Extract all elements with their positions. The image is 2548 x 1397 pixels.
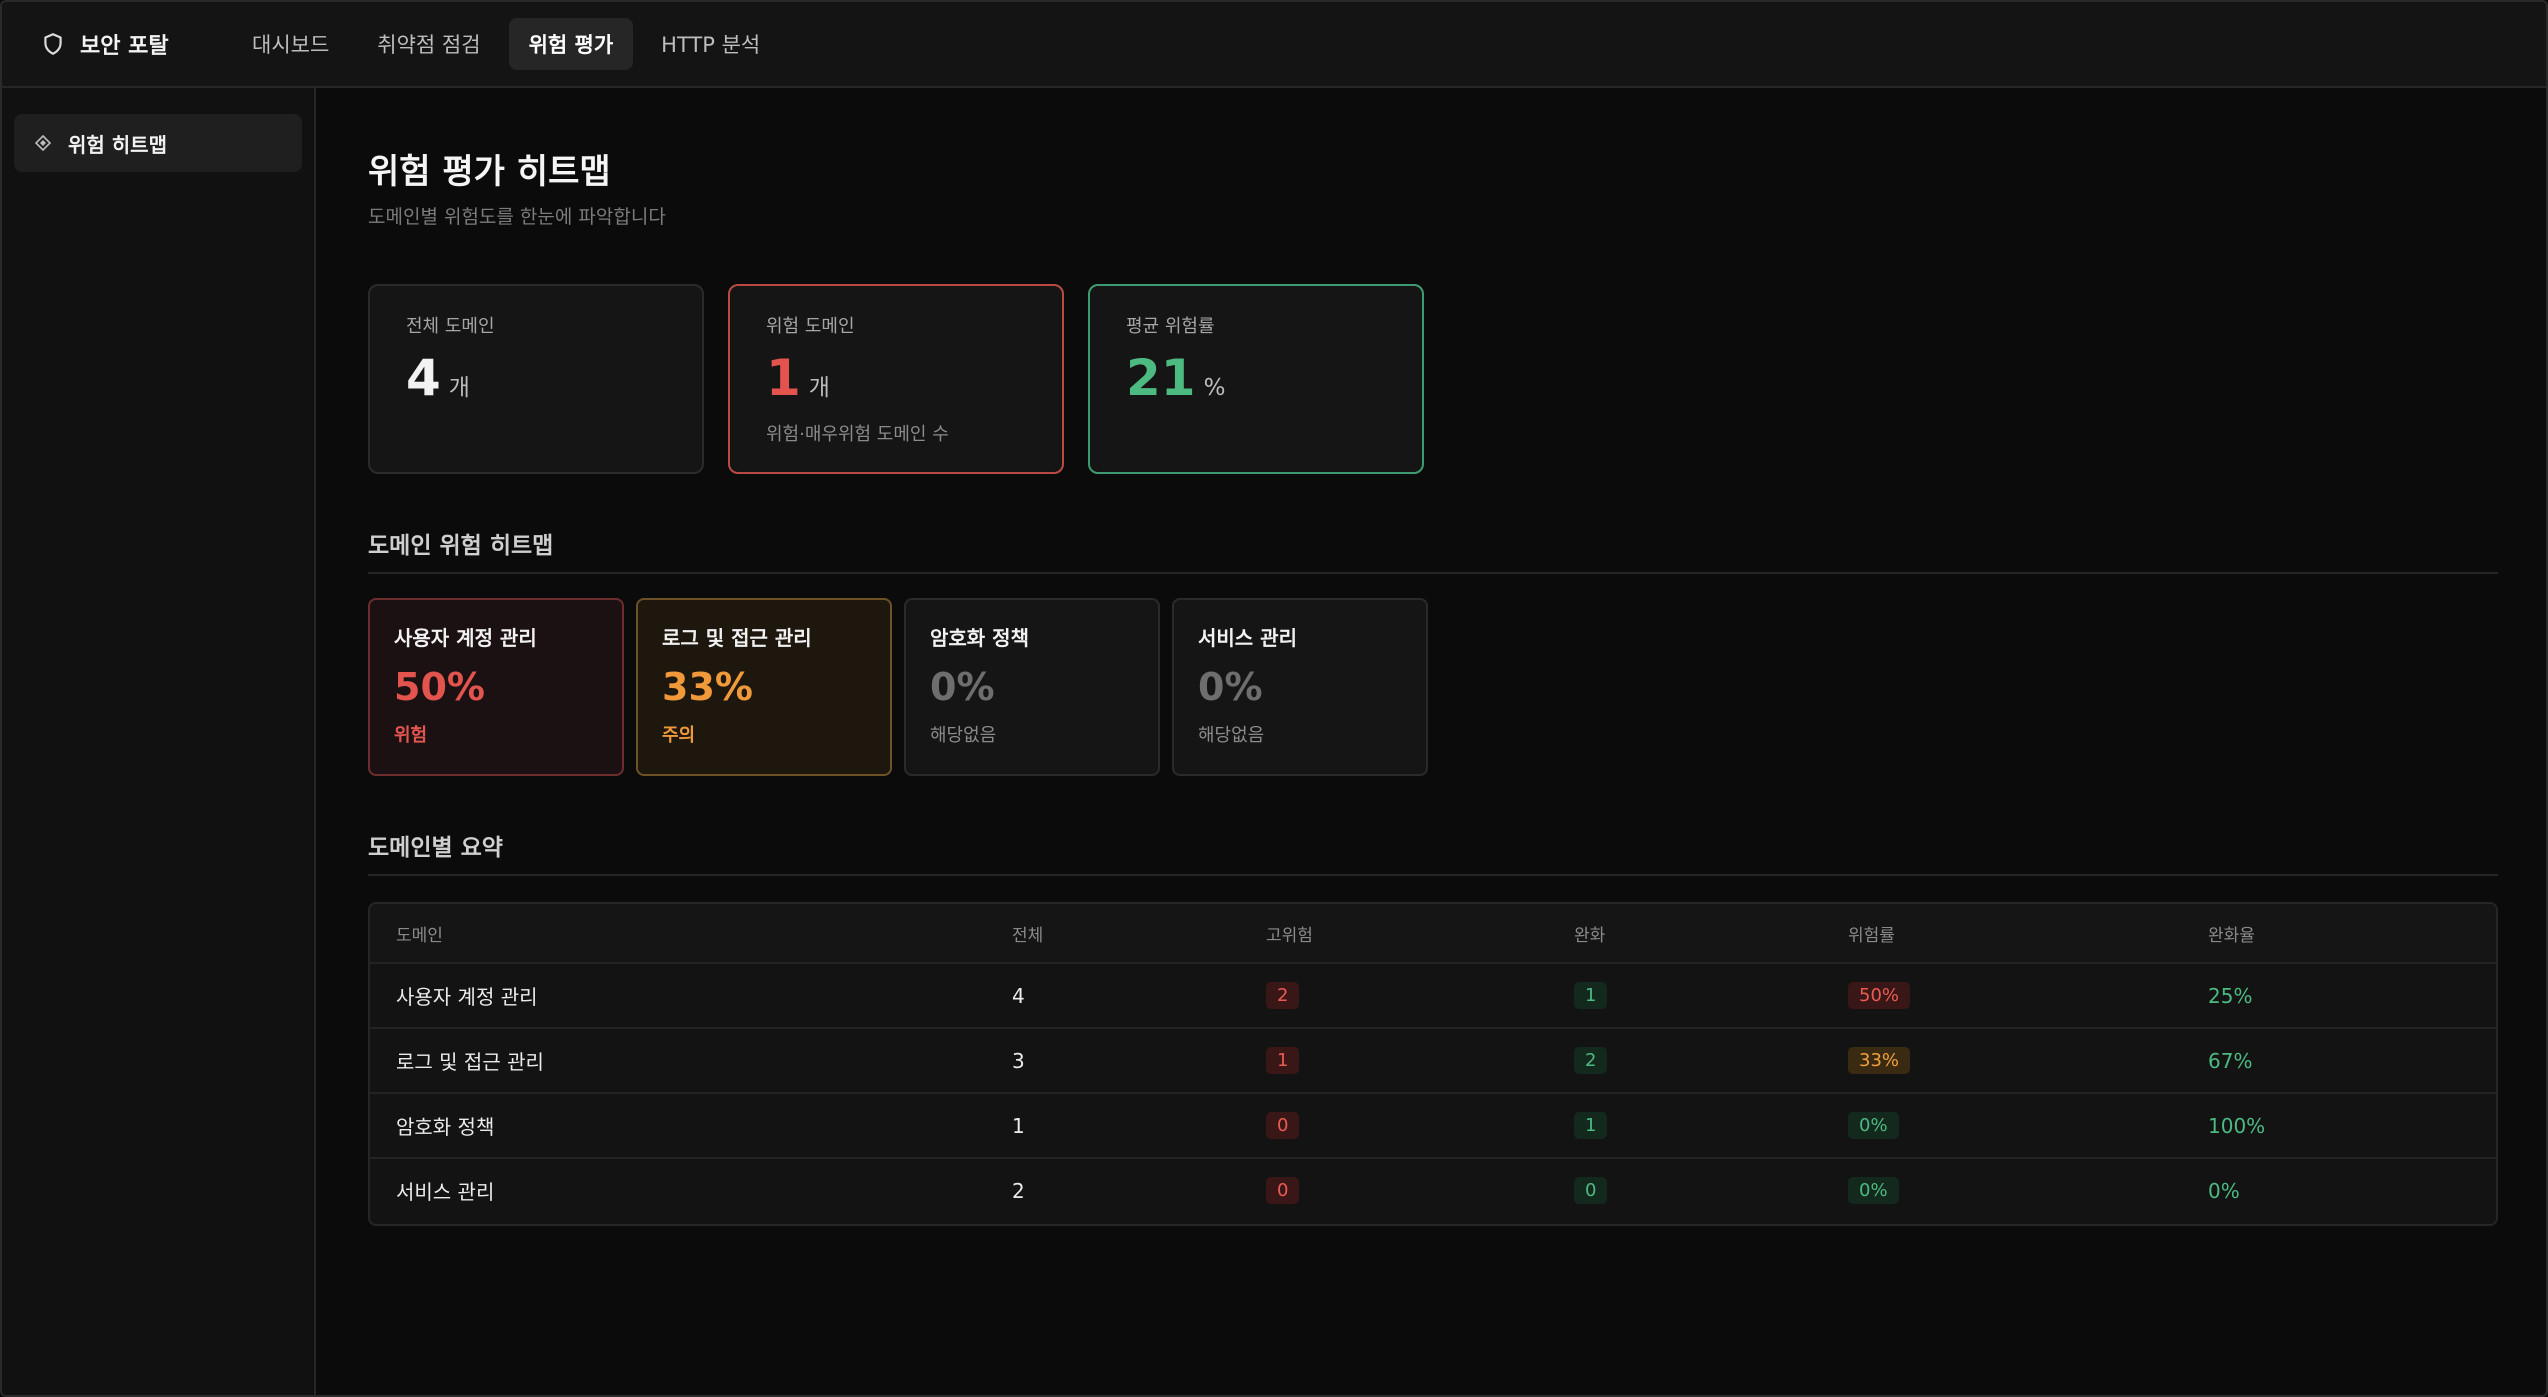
stat-value: 21 (1126, 349, 1196, 407)
stat-unit: 개 (808, 375, 830, 401)
cell-domain: 사용자 계정 관리 (396, 985, 538, 1009)
table-row[interactable]: 서비스 관리 2 0 0 0% 0% (370, 1157, 2496, 1222)
stat-unit: 개 (448, 375, 470, 401)
cell-domain: 서비스 관리 (396, 1180, 495, 1204)
heatmap-cell-level: 해당없음 (930, 725, 997, 746)
column-header-total[interactable]: 전체 (1006, 921, 1262, 946)
heatmap-cell-level: 해당없음 (1198, 725, 1265, 746)
diamond-icon (34, 134, 52, 152)
mitigated-badge: 1 (1574, 982, 1608, 1009)
sidebar: 위험 히트맵 (2, 88, 316, 1395)
stat-value: 4 (406, 349, 441, 407)
high-risk-badge: 2 (1266, 982, 1300, 1009)
stat-card-total-domains: 전체 도메인 4 개 (368, 284, 704, 474)
heatmap-cell-name: 서비스 관리 (1198, 626, 1297, 650)
heatmap-cell-name: 사용자 계정 관리 (394, 626, 537, 650)
top-bar: 보안 포탈 대시보드 취약점 점검 위험 평가 HTTP 분석 (2, 2, 2546, 88)
stat-value: 1 (766, 349, 801, 407)
tab-vulnerability-check[interactable]: 취약점 점검 (357, 18, 500, 70)
heatmap-cell[interactable]: 서비스 관리 0% 해당없음 (1172, 598, 1428, 776)
high-risk-badge: 1 (1266, 1047, 1300, 1074)
risk-rate-badge: 33% (1848, 1047, 1911, 1074)
main-nav: 대시보드 취약점 점검 위험 평가 HTTP 분석 (232, 18, 780, 70)
risk-rate-badge: 0% (1848, 1177, 1899, 1204)
heatmap-cell-name: 암호화 정책 (930, 626, 1029, 650)
mitigated-badge: 2 (1574, 1047, 1608, 1074)
page-subtitle: 도메인별 위험도를 한눈에 파악합니다 (368, 206, 666, 228)
cell-total: 2 (1012, 1178, 1025, 1203)
sidebar-item-risk-heatmap[interactable]: 위험 히트맵 (14, 114, 302, 172)
tab-dashboard[interactable]: 대시보드 (232, 18, 349, 70)
brand[interactable]: 보안 포탈 (40, 28, 232, 60)
main-content: 위험 평가 히트맵 도메인별 위험도를 한눈에 파악합니다 전체 도메인 4 개… (368, 88, 2498, 1395)
heatmap-cell[interactable]: 암호화 정책 0% 해당없음 (904, 598, 1160, 776)
column-header-domain[interactable]: 도메인 (370, 921, 1006, 946)
divider (368, 874, 2498, 876)
tab-risk-assessment[interactable]: 위험 평가 (508, 18, 634, 70)
heatmap-cell-percent: 50% (394, 665, 485, 709)
heatmap-cell[interactable]: 로그 및 접근 관리 33% 주의 (636, 598, 892, 776)
cell-mitigation-rate: 25% (2208, 983, 2253, 1008)
heatmap-cell-percent: 0% (1198, 665, 1263, 709)
stat-note: 위험·매우위험 도메인 수 (766, 424, 949, 445)
brand-label: 보안 포탈 (80, 34, 169, 59)
stat-label: 전체 도메인 (406, 316, 495, 337)
shield-icon (44, 33, 62, 55)
cell-domain: 암호화 정책 (396, 1115, 495, 1139)
heatmap-cell[interactable]: 사용자 계정 관리 50% 위험 (368, 598, 624, 776)
heatmap-cell-name: 로그 및 접근 관리 (662, 626, 812, 650)
risk-rate-badge: 0% (1848, 1112, 1899, 1139)
table-row[interactable]: 암호화 정책 1 0 1 0% 100% (370, 1092, 2496, 1157)
cell-total: 1 (1012, 1113, 1025, 1138)
cell-mitigation-rate: 0% (2208, 1178, 2240, 1203)
summary-section-title: 도메인별 요약 (368, 835, 503, 861)
stat-unit: % (1203, 375, 1226, 401)
column-header-mitigation-rate[interactable]: 완화율 (2204, 921, 2496, 946)
risk-rate-badge: 50% (1848, 982, 1911, 1009)
cell-mitigation-rate: 67% (2208, 1048, 2253, 1073)
table-row[interactable]: 로그 및 접근 관리 3 1 2 33% 67% (370, 1027, 2496, 1092)
page-title: 위험 평가 히트맵 (368, 152, 611, 192)
high-risk-badge: 0 (1266, 1177, 1300, 1204)
summary-table: 도메인 전체 고위험 완화 위험률 완화율 사용자 계정 관리 4 2 1 50… (368, 902, 2498, 1226)
mitigated-badge: 1 (1574, 1112, 1608, 1139)
high-risk-badge: 0 (1266, 1112, 1300, 1139)
stat-label: 위험 도메인 (766, 316, 855, 337)
heatmap-cell-percent: 33% (662, 665, 753, 709)
column-header-risk-rate[interactable]: 위험률 (1844, 921, 2204, 946)
stat-label: 평균 위험률 (1126, 316, 1215, 337)
heatmap-cell-level: 주의 (662, 725, 696, 746)
heatmap-cell-level: 위험 (394, 725, 428, 746)
cell-mitigation-rate: 100% (2208, 1113, 2266, 1138)
app-window: 보안 포탈 대시보드 취약점 점검 위험 평가 HTTP 분석 위험 히트맵 위… (0, 0, 2548, 1397)
divider (368, 572, 2498, 574)
cell-total: 3 (1012, 1048, 1025, 1073)
sidebar-item-label: 위험 히트맵 (68, 132, 167, 157)
column-header-high-risk[interactable]: 고위험 (1262, 921, 1574, 946)
column-header-mitigated[interactable]: 완화 (1574, 921, 1844, 946)
table-header-row: 도메인 전체 고위험 완화 위험률 완화율 (370, 904, 2496, 962)
cell-domain: 로그 및 접근 관리 (396, 1050, 544, 1074)
tab-http-analysis[interactable]: HTTP 분석 (641, 18, 780, 70)
stat-card-risk-domains: 위험 도메인 1 개 위험·매우위험 도메인 수 (728, 284, 1064, 474)
table-row[interactable]: 사용자 계정 관리 4 2 1 50% 25% (370, 962, 2496, 1027)
mitigated-badge: 0 (1574, 1177, 1608, 1204)
cell-total: 4 (1012, 983, 1025, 1008)
stat-card-average-risk: 평균 위험률 21 % (1088, 284, 1424, 474)
heatmap-cell-percent: 0% (930, 665, 995, 709)
heatmap-section-title: 도메인 위험 히트맵 (368, 533, 554, 559)
